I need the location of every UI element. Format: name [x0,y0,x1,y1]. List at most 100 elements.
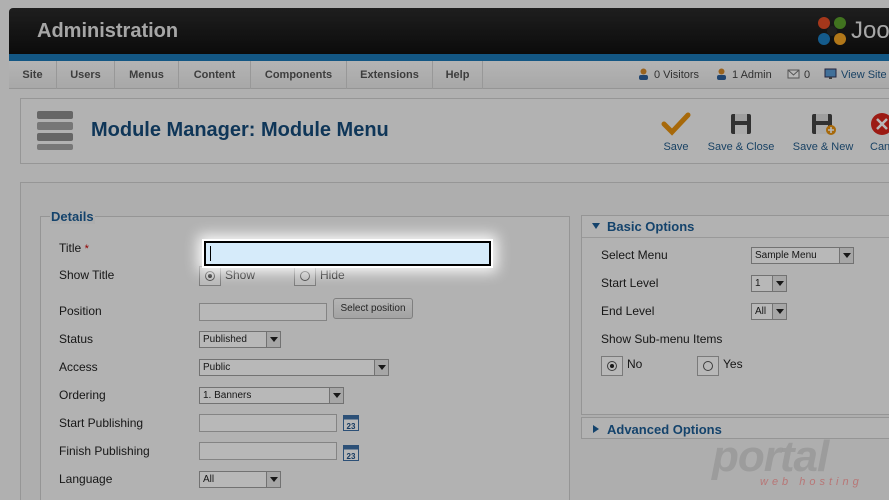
status-value: Published [203,334,247,345]
menu-extensions[interactable]: Extensions [347,61,433,89]
submenu-yes-radio[interactable] [697,356,719,376]
show-title-show-radio[interactable] [199,266,221,286]
menu-content[interactable]: Content [179,61,251,89]
chevron-down-icon [266,332,280,347]
radio-selected [205,271,215,281]
watermark-brand: portal [712,432,829,481]
position-input[interactable] [199,303,327,321]
logo-text: Joo [851,17,889,44]
save-close-button[interactable]: Save & Close [701,111,781,153]
finish-publishing-label: Finish Publishing [59,444,150,458]
view-site-link[interactable]: View Site [824,68,887,81]
radio-unselected [703,361,713,371]
calendar-icon[interactable]: 23 [343,445,359,461]
language-value: All [203,474,215,485]
floppy-disk-add-icon [812,114,836,135]
ordering-label: Ordering [59,388,106,402]
calendar-day-text: 23 [347,452,356,461]
title-input[interactable] [204,241,491,266]
end-level-value: All [755,306,767,317]
title-label-text: Title [59,241,82,255]
language-label: Language [59,472,113,486]
basic-options-heading[interactable]: Basic Options [592,219,694,234]
admins-count: 1 Admin [732,69,772,81]
calendar-icon[interactable]: 23 [343,415,359,431]
yes-option-label: Yes [723,357,743,371]
chevron-down-icon [772,304,786,319]
cancel-label: Can [870,141,889,153]
start-level-value: 1 [755,278,761,289]
show-submenu-label: Show Sub-menu Items [601,332,723,346]
select-position-button[interactable]: Select position [333,298,413,319]
status-admins: 1 Admin [715,68,772,81]
monitor-icon [824,68,837,80]
status-visitors: 0 Visitors [637,68,699,81]
messages-icon [787,68,800,80]
watermark-tagline: web hosting [760,476,863,488]
ordering-value: 1. Banners [203,390,252,401]
calendar-day-text: 23 [347,422,356,431]
status-label: Status [59,332,94,346]
hide-option-label: Hide [320,268,345,282]
cancel-icon [871,113,889,135]
chevron-down-icon [772,276,786,291]
access-label: Access [59,360,98,374]
chevron-down-icon [374,360,388,375]
advanced-options-heading[interactable]: Advanced Options [593,422,722,437]
start-level-label: Start Level [601,276,659,290]
access-select[interactable]: Public [199,359,389,376]
module-manager-icon [37,111,73,150]
end-level-select[interactable]: All [751,303,787,320]
toolbar-box: Module Manager: Module Menu Save Save & … [20,98,889,164]
finish-publishing-input[interactable] [199,442,337,460]
menu-users[interactable]: Users [57,61,115,89]
start-level-select[interactable]: 1 [751,275,787,292]
panel-divider [582,237,889,238]
select-menu-select[interactable]: Sample Menu [751,247,854,264]
text-cursor [210,246,211,261]
main-menu-bar: Site Users Menus Content Components Exte… [9,61,889,89]
menu-site[interactable]: Site [9,61,57,89]
access-value: Public [203,362,231,373]
select-menu-value: Sample Menu [755,250,817,261]
show-title-hide-radio[interactable] [294,266,316,286]
save-close-label: Save & Close [707,141,775,153]
chevron-down-icon [266,472,280,487]
start-publishing-input[interactable] [199,414,337,432]
advanced-options-title: Advanced Options [607,422,722,437]
ordering-select[interactable]: 1. Banners [199,387,344,404]
required-mark: * [84,243,89,255]
position-label: Position [59,304,102,318]
select-menu-label: Select Menu [601,248,668,262]
chevron-down-icon [839,248,853,263]
submenu-no-radio[interactable] [601,356,623,376]
floppy-disk-icon [731,114,751,134]
screen: Administration Joo Site Users Menus Cont… [0,0,889,500]
admin-header: Administration Joo [9,8,889,54]
save-label: Save [663,141,689,153]
menu-help[interactable]: Help [433,61,483,89]
collapsed-triangle-icon [593,425,599,433]
chevron-down-icon [329,388,343,403]
show-title-label: Show Title [59,268,115,282]
checkmark-icon [661,112,691,136]
status-messages[interactable]: 0 [787,68,810,81]
status-select[interactable]: Published [199,331,281,348]
view-site-label: View Site [841,69,887,81]
start-publishing-label: Start Publishing [59,416,144,430]
language-select[interactable]: All [199,471,281,488]
details-legend: Details [50,209,95,224]
radio-unselected [300,271,310,281]
menu-components[interactable]: Components [251,61,347,89]
menu-menus[interactable]: Menus [115,61,179,89]
joomla-logo-icon [818,17,846,45]
page-title: Module Manager: Module Menu [91,119,389,141]
end-level-label: End Level [601,304,655,318]
cancel-button[interactable]: Can [851,111,889,153]
header-accent-bar [9,54,889,61]
header-title: Administration [37,20,179,42]
admin-icon [715,68,728,80]
no-option-label: No [627,357,643,371]
messages-count: 0 [804,69,811,81]
expanded-triangle-icon [592,223,600,229]
